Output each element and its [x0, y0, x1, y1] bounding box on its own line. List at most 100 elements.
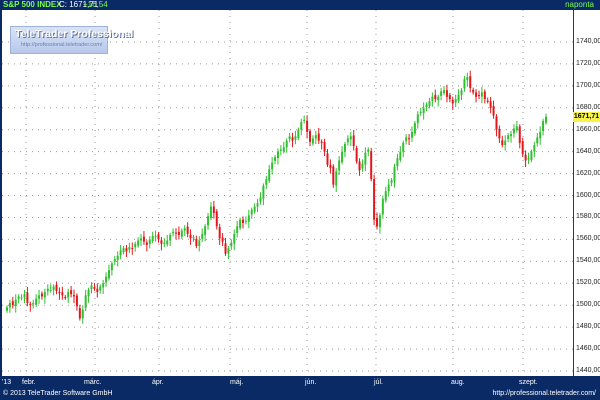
candle-up [259, 197, 262, 202]
candle-down [376, 217, 379, 227]
candle-up [169, 235, 172, 241]
candle-up [512, 128, 515, 134]
candle-up [90, 285, 93, 289]
candle-up [384, 191, 387, 201]
last-price-marker: 1671,71 [573, 111, 600, 122]
candle-up [151, 236, 154, 242]
x-tick-label: máj. [230, 379, 244, 386]
candle-down [177, 231, 180, 236]
candle-up [515, 126, 518, 131]
candle-up [297, 129, 300, 139]
x-tick-label: jún. [305, 379, 317, 386]
candle-up [140, 238, 143, 241]
candle-down [495, 116, 498, 130]
candle-down [370, 151, 373, 180]
candle-down [64, 297, 67, 299]
candle-up [300, 122, 303, 130]
candle-up [422, 107, 425, 114]
candle-up [443, 90, 446, 94]
candle-down [434, 95, 437, 100]
candle-down [78, 308, 81, 319]
copyright-text: © 2013 TeleTrader Software GmbH [3, 390, 113, 397]
instrument-title: S&P 500 INDEX [3, 0, 62, 9]
candle-up [381, 198, 384, 215]
candle-up [390, 180, 393, 183]
x-tick-label: júl. [374, 379, 383, 386]
candle-up [105, 276, 108, 283]
candle-up [268, 169, 271, 181]
candle-down [475, 92, 478, 97]
candle-up [405, 137, 408, 142]
candle-up [410, 131, 413, 138]
candle-up [431, 96, 434, 102]
candle-down [221, 237, 224, 242]
candle-up [20, 297, 23, 299]
candle-up [166, 240, 169, 245]
candle-up [527, 158, 530, 160]
candle-down [352, 135, 355, 147]
candle-down [492, 106, 495, 116]
candle-down [125, 248, 128, 252]
candle-up [457, 94, 460, 101]
candle-up [533, 145, 536, 152]
candle-down [195, 238, 198, 246]
candle-up [542, 120, 545, 132]
candle-down [445, 90, 448, 97]
candle-up [247, 215, 250, 222]
candle-up [110, 263, 113, 271]
footer-url[interactable]: http://professional.teletrader.com/ [493, 390, 597, 397]
candle-up [256, 203, 259, 207]
candle-up [163, 242, 166, 244]
period-label[interactable]: naponta [565, 0, 594, 10]
candle-up [262, 185, 265, 199]
candle-up [128, 247, 131, 250]
candle-down [524, 154, 527, 161]
candle-up [425, 104, 428, 107]
candle-up [17, 296, 20, 299]
candle-down [186, 226, 189, 234]
candle-up [46, 288, 49, 292]
logo-url: http://professional.teletrader.com/ [21, 42, 103, 48]
candle-up [201, 233, 204, 239]
x-tick-label: ápr. [152, 379, 164, 386]
candle-up [454, 99, 457, 103]
candle-up [180, 230, 183, 237]
candle-down [332, 166, 335, 185]
candle-up [393, 167, 396, 182]
y-tick-label: 1440,00 [576, 367, 600, 374]
candle-up [539, 131, 542, 139]
candle-up [416, 114, 419, 124]
candle-down [448, 95, 451, 100]
candle-up [378, 215, 381, 228]
candle-down [408, 138, 411, 140]
teletrader-logo: TeleTrader Professional http://professio… [10, 26, 133, 54]
candle-up [480, 92, 483, 97]
y-tick-label: 1700,00 [576, 81, 600, 89]
candle-down [189, 234, 192, 239]
y-tick-label: 1660,00 [576, 125, 600, 133]
candle-up [311, 138, 314, 144]
candle-down [29, 303, 32, 306]
candle-up [227, 248, 230, 254]
candle-down [142, 236, 145, 242]
candle-down [212, 206, 215, 214]
candle-up [8, 303, 11, 308]
candle-up [244, 220, 247, 222]
candle-down [218, 227, 221, 239]
candle-up [265, 179, 268, 185]
candle-up [276, 151, 279, 159]
candlestick-chart[interactable] [2, 10, 573, 376]
candle-up [250, 209, 253, 215]
logo-title: TeleTrader Professional [15, 28, 134, 40]
candle-up [271, 162, 274, 170]
candle-up [122, 248, 125, 253]
candle-up [530, 151, 533, 161]
candle-down [26, 292, 29, 304]
candle-up [274, 157, 277, 161]
candle-up [43, 292, 46, 298]
candle-down [75, 295, 78, 307]
plot-area[interactable]: TeleTrader Professional http://professio… [2, 10, 573, 376]
candle-up [192, 237, 195, 239]
candle-up [341, 151, 344, 163]
candle-down [472, 89, 475, 93]
